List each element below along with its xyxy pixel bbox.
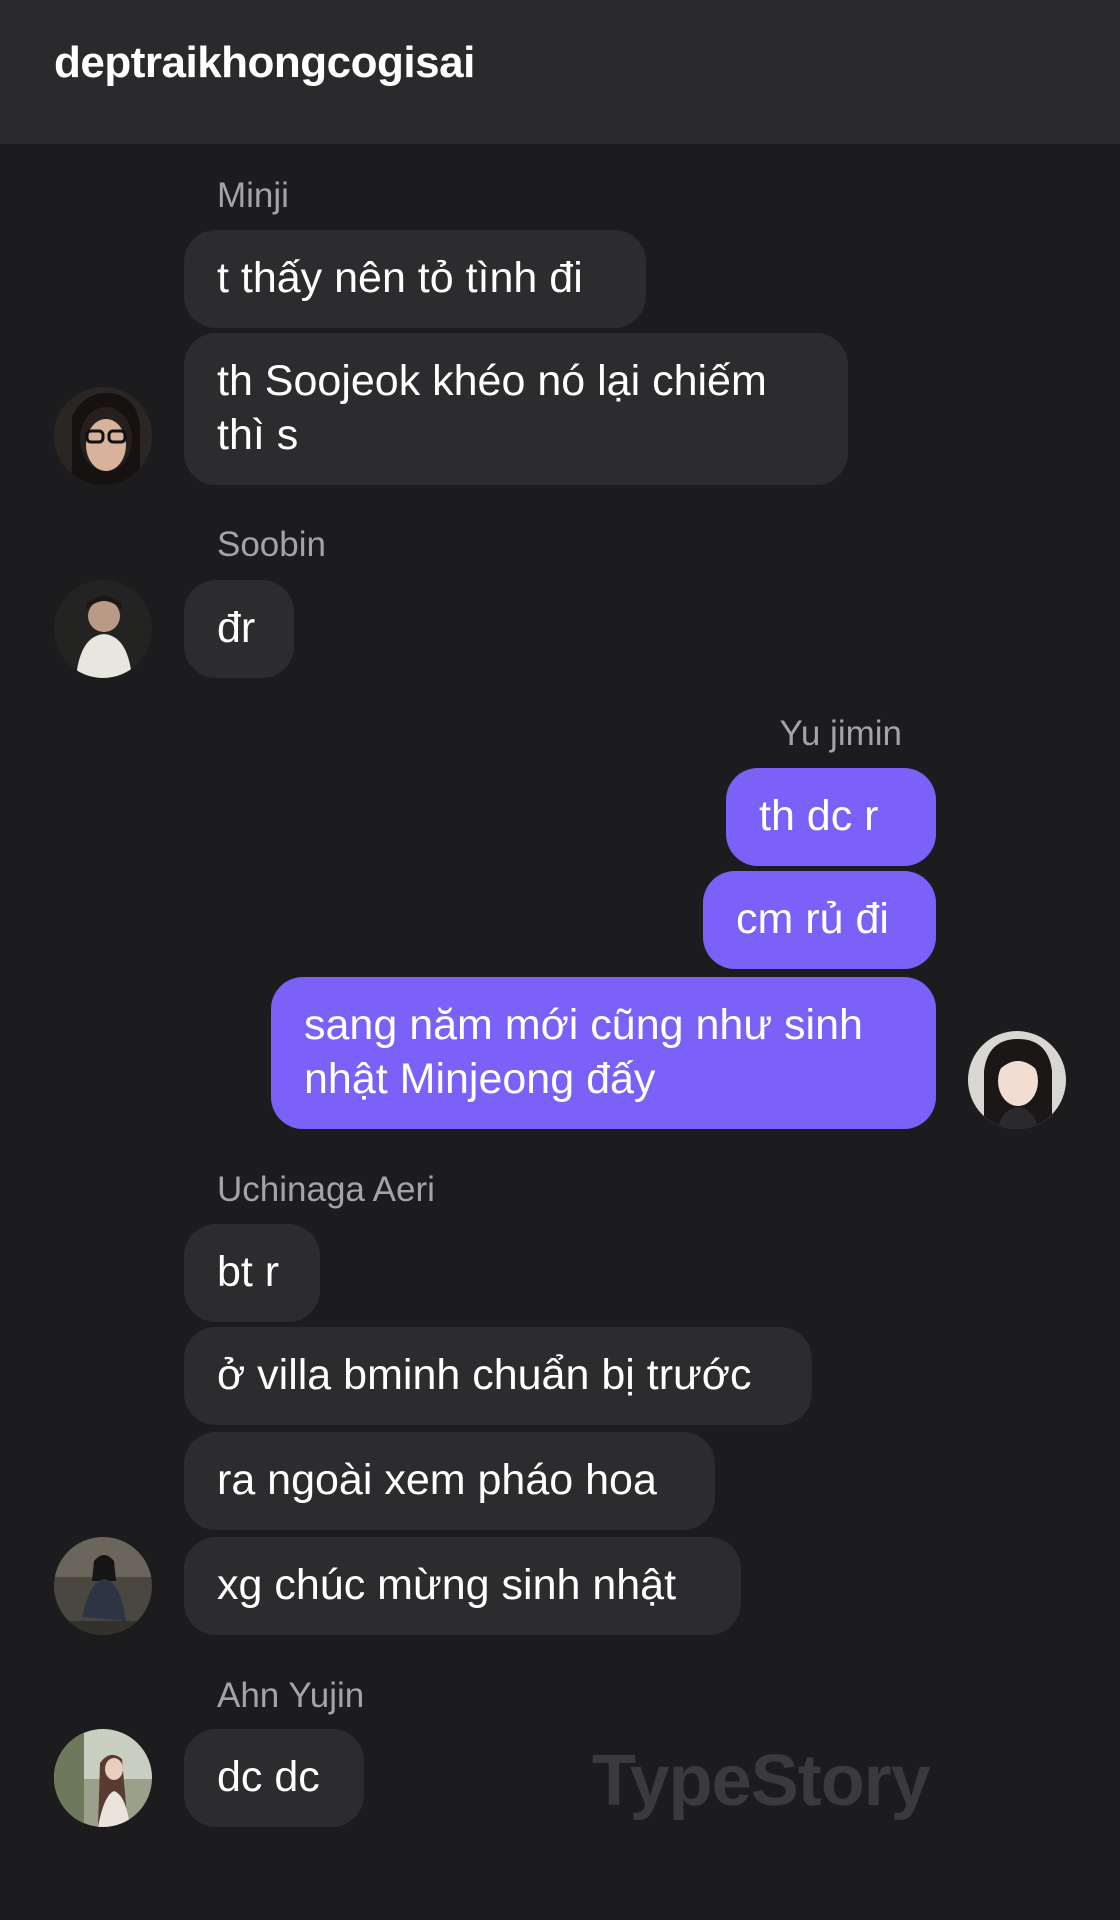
minji-avatar[interactable] (54, 387, 152, 485)
message-bubble[interactable]: cm rủ đi (703, 871, 936, 969)
message-bubble[interactable]: th Soojeok khéo nó lại chiếm thì s (184, 333, 848, 485)
chat-header: deptraikhongcogisai (0, 0, 1120, 144)
message-bubble[interactable]: đr (184, 580, 294, 678)
sender-name: Uchinaga Aeri (217, 1170, 435, 1209)
soobin-avatar[interactable] (54, 580, 152, 678)
sender-name: Minji (217, 176, 289, 215)
message-bubble[interactable]: sang năm mới cũng như sinh nhật Minjeong… (271, 977, 936, 1129)
message-bubble[interactable]: ở villa bminh chuẩn bị trước (184, 1327, 812, 1425)
message-bubble[interactable]: ra ngoài xem pháo hoa (184, 1432, 715, 1530)
sender-name: Yu jimin (779, 714, 902, 753)
message-bubble[interactable]: bt r (184, 1224, 320, 1322)
message-bubble[interactable]: t thấy nên tỏ tình đi (184, 230, 646, 328)
chat-title: deptraikhongcogisai (54, 38, 475, 87)
yujin-avatar[interactable] (54, 1729, 152, 1827)
sender-name: Soobin (217, 525, 326, 564)
message-bubble[interactable]: th dc r (726, 768, 936, 866)
message-bubble[interactable]: dc dc (184, 1729, 364, 1827)
sender-name: Ahn Yujin (217, 1676, 365, 1715)
message-bubble[interactable]: xg chúc mừng sinh nhật (184, 1537, 741, 1635)
typestory-watermark: TypeStory (592, 1741, 931, 1821)
yujimin-avatar[interactable] (968, 1031, 1066, 1129)
aeri-avatar[interactable] (54, 1537, 152, 1635)
